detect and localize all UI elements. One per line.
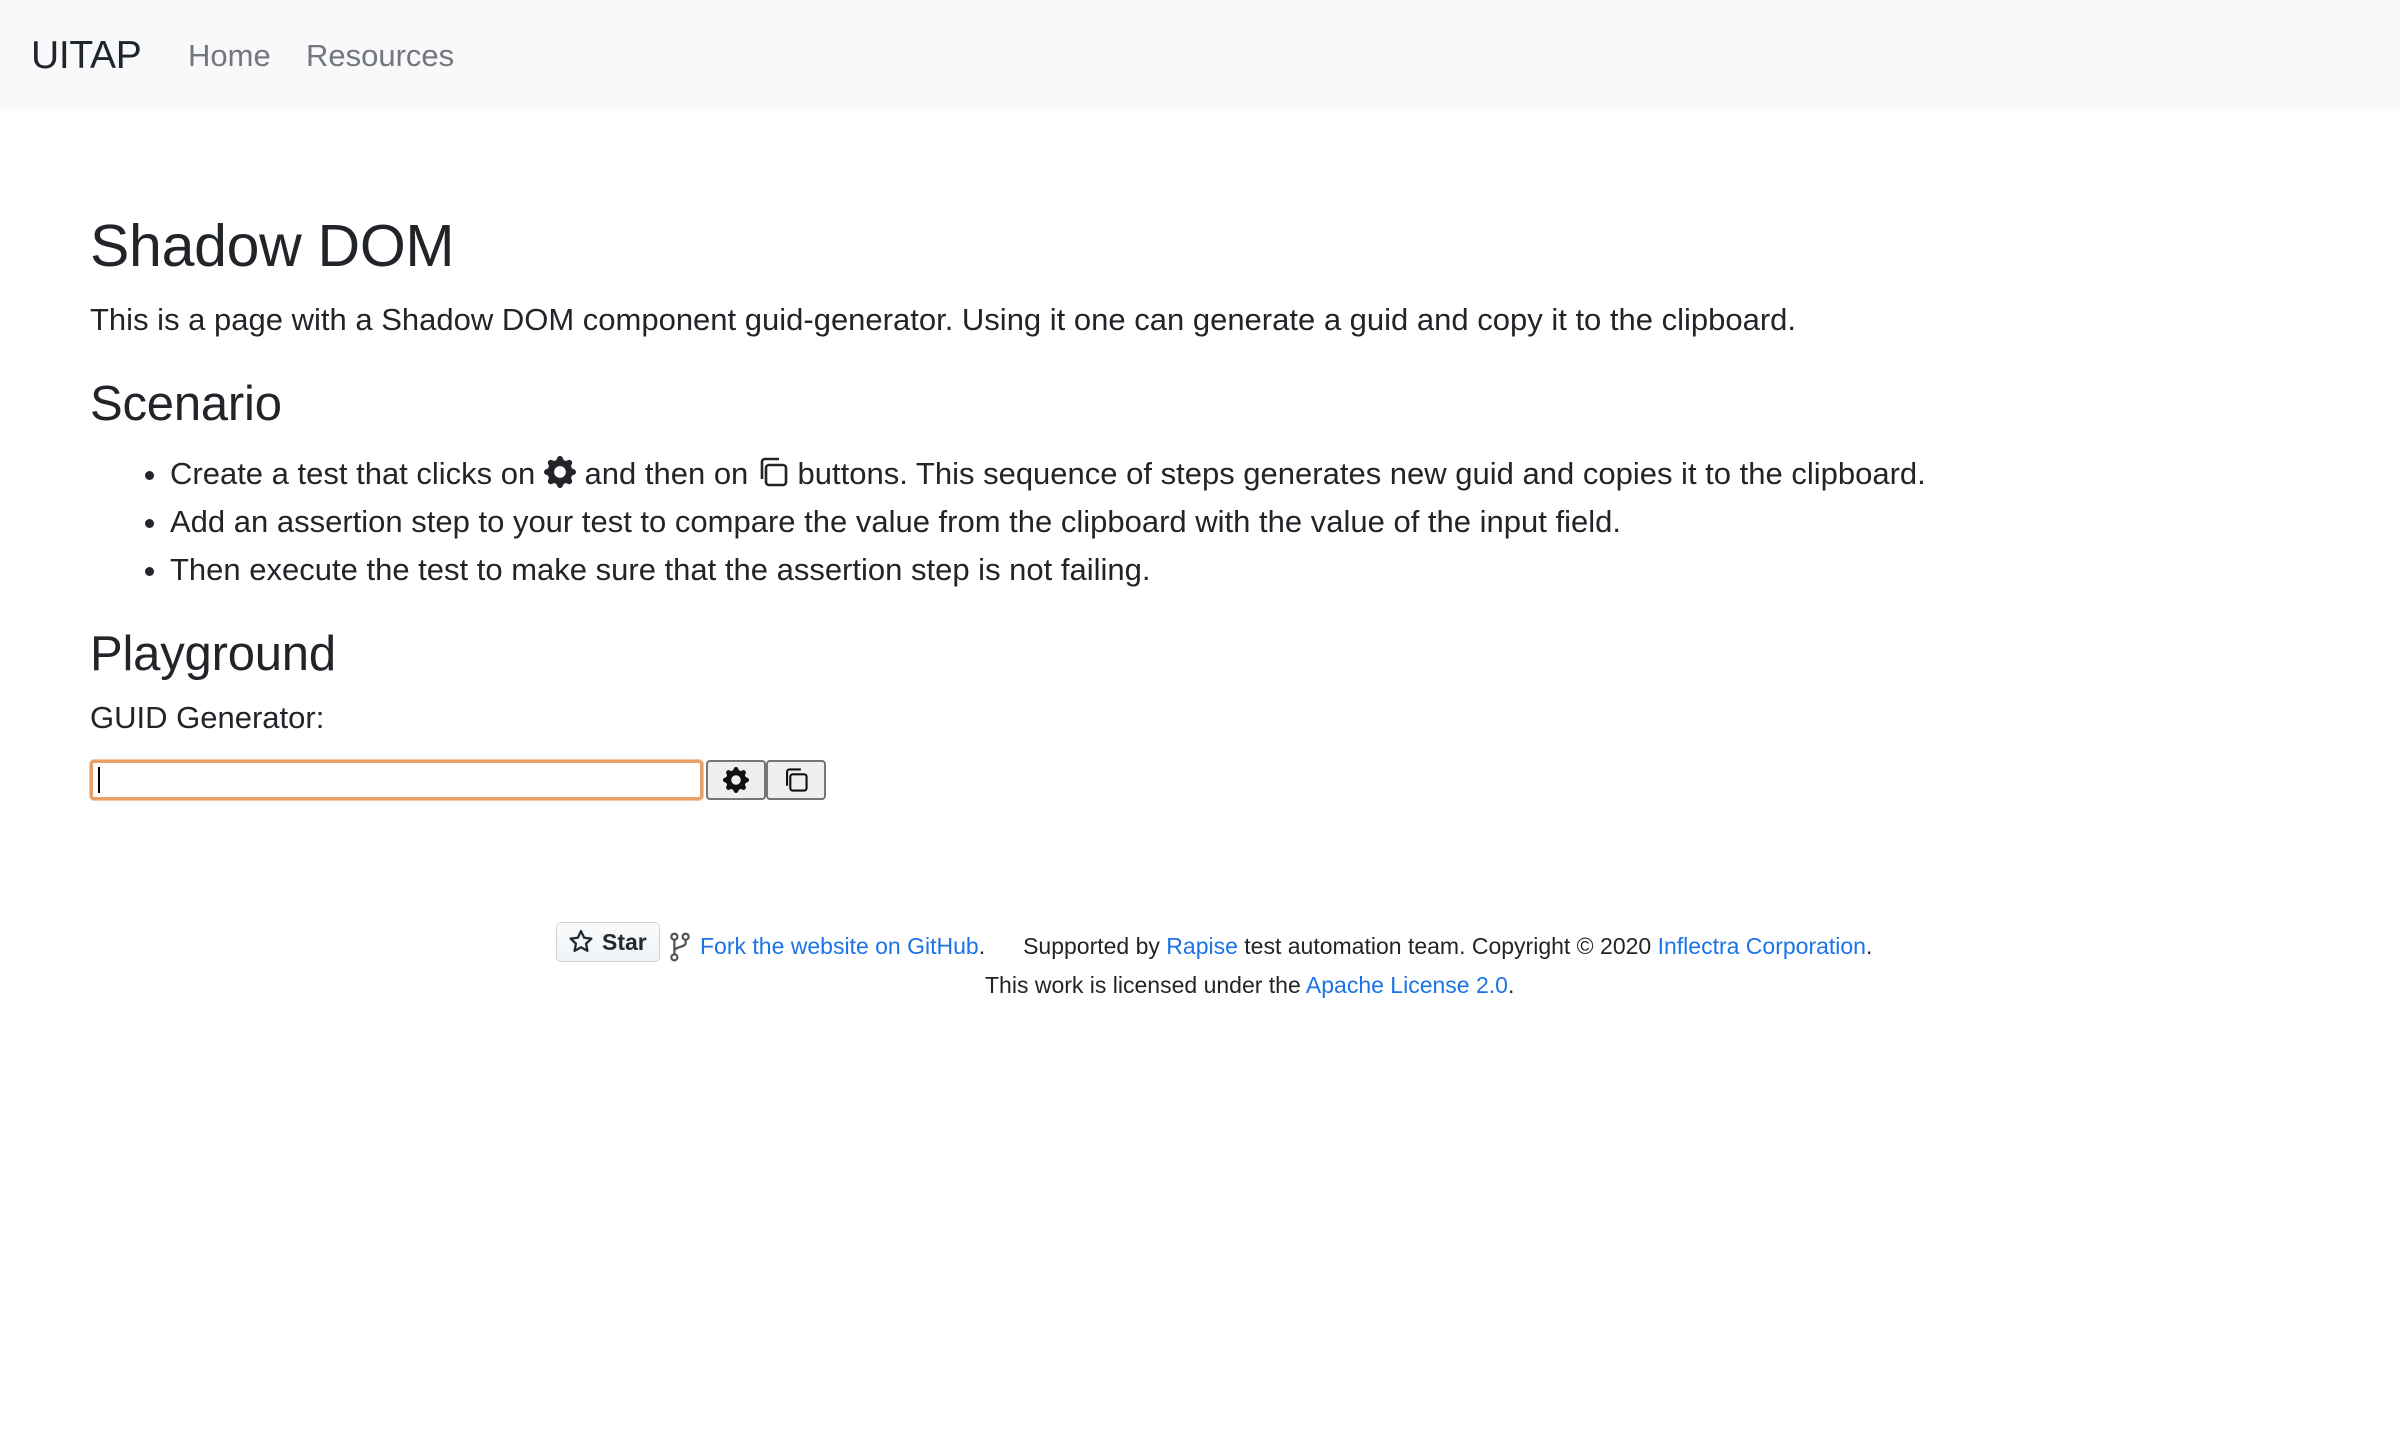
copy-icon	[757, 456, 789, 488]
page-description: This is a page with a Shadow DOM compone…	[90, 302, 1797, 337]
generate-guid-button[interactable]	[706, 760, 766, 800]
guid-input[interactable]	[90, 760, 703, 800]
step1-text-start: Create a test that clicks on	[170, 456, 536, 491]
fork-github-link[interactable]: Fork the website on GitHub	[700, 933, 979, 959]
star-icon	[568, 929, 594, 955]
nav-link-home[interactable]: Home	[188, 33, 271, 79]
apache-license-link[interactable]: Apache License 2.0	[1306, 972, 1508, 998]
scenario-heading: Scenario	[90, 377, 282, 431]
nav-link-resources[interactable]: Resources	[306, 33, 454, 79]
navbar: UITAP Home Resources	[0, 0, 2400, 111]
gear-icon	[543, 456, 576, 488]
copy-guid-button[interactable]	[766, 760, 826, 800]
page-title: Shadow DOM	[90, 213, 455, 279]
brand-logo[interactable]: UITAP	[31, 30, 142, 82]
list-item: Then execute the test to make sure that …	[170, 546, 1926, 594]
gear-icon	[723, 767, 749, 793]
fork-suffix: .	[978, 933, 986, 959]
footer-line-2: This work is licensed under the Apache L…	[985, 964, 1514, 1006]
playground-heading: Playground	[90, 627, 336, 681]
license-prefix: This work is licensed under the	[985, 972, 1301, 998]
list-item: Create a test that clicks on and then on…	[170, 450, 1926, 498]
inflectra-link[interactable]: Inflectra Corporation	[1658, 933, 1866, 959]
step1-text-middle: and then on	[584, 456, 749, 491]
text-caret	[98, 767, 100, 793]
guid-generator-label: GUID Generator:	[90, 700, 325, 735]
rapise-link[interactable]: Rapise	[1166, 933, 1238, 959]
list-item: Add an assertion step to your test to co…	[170, 498, 1926, 546]
scenario-steps: Create a test that clicks on and then on…	[90, 450, 1926, 594]
github-star-button[interactable]: Star	[556, 922, 660, 962]
step1-text-end: buttons. This sequence of steps generate…	[797, 456, 1926, 491]
fork-icon	[668, 932, 692, 962]
star-label: Star	[602, 929, 647, 955]
license-suffix: .	[1507, 972, 1515, 998]
copy-icon	[786, 768, 808, 792]
supported-prefix: Supported by	[1023, 933, 1160, 959]
supported-suffix: .	[1865, 933, 1873, 959]
footer-text: Fork the website on GitHub. Supported by …	[700, 925, 1872, 967]
supported-middle: test automation team. Copyright © 2020	[1244, 933, 1652, 959]
